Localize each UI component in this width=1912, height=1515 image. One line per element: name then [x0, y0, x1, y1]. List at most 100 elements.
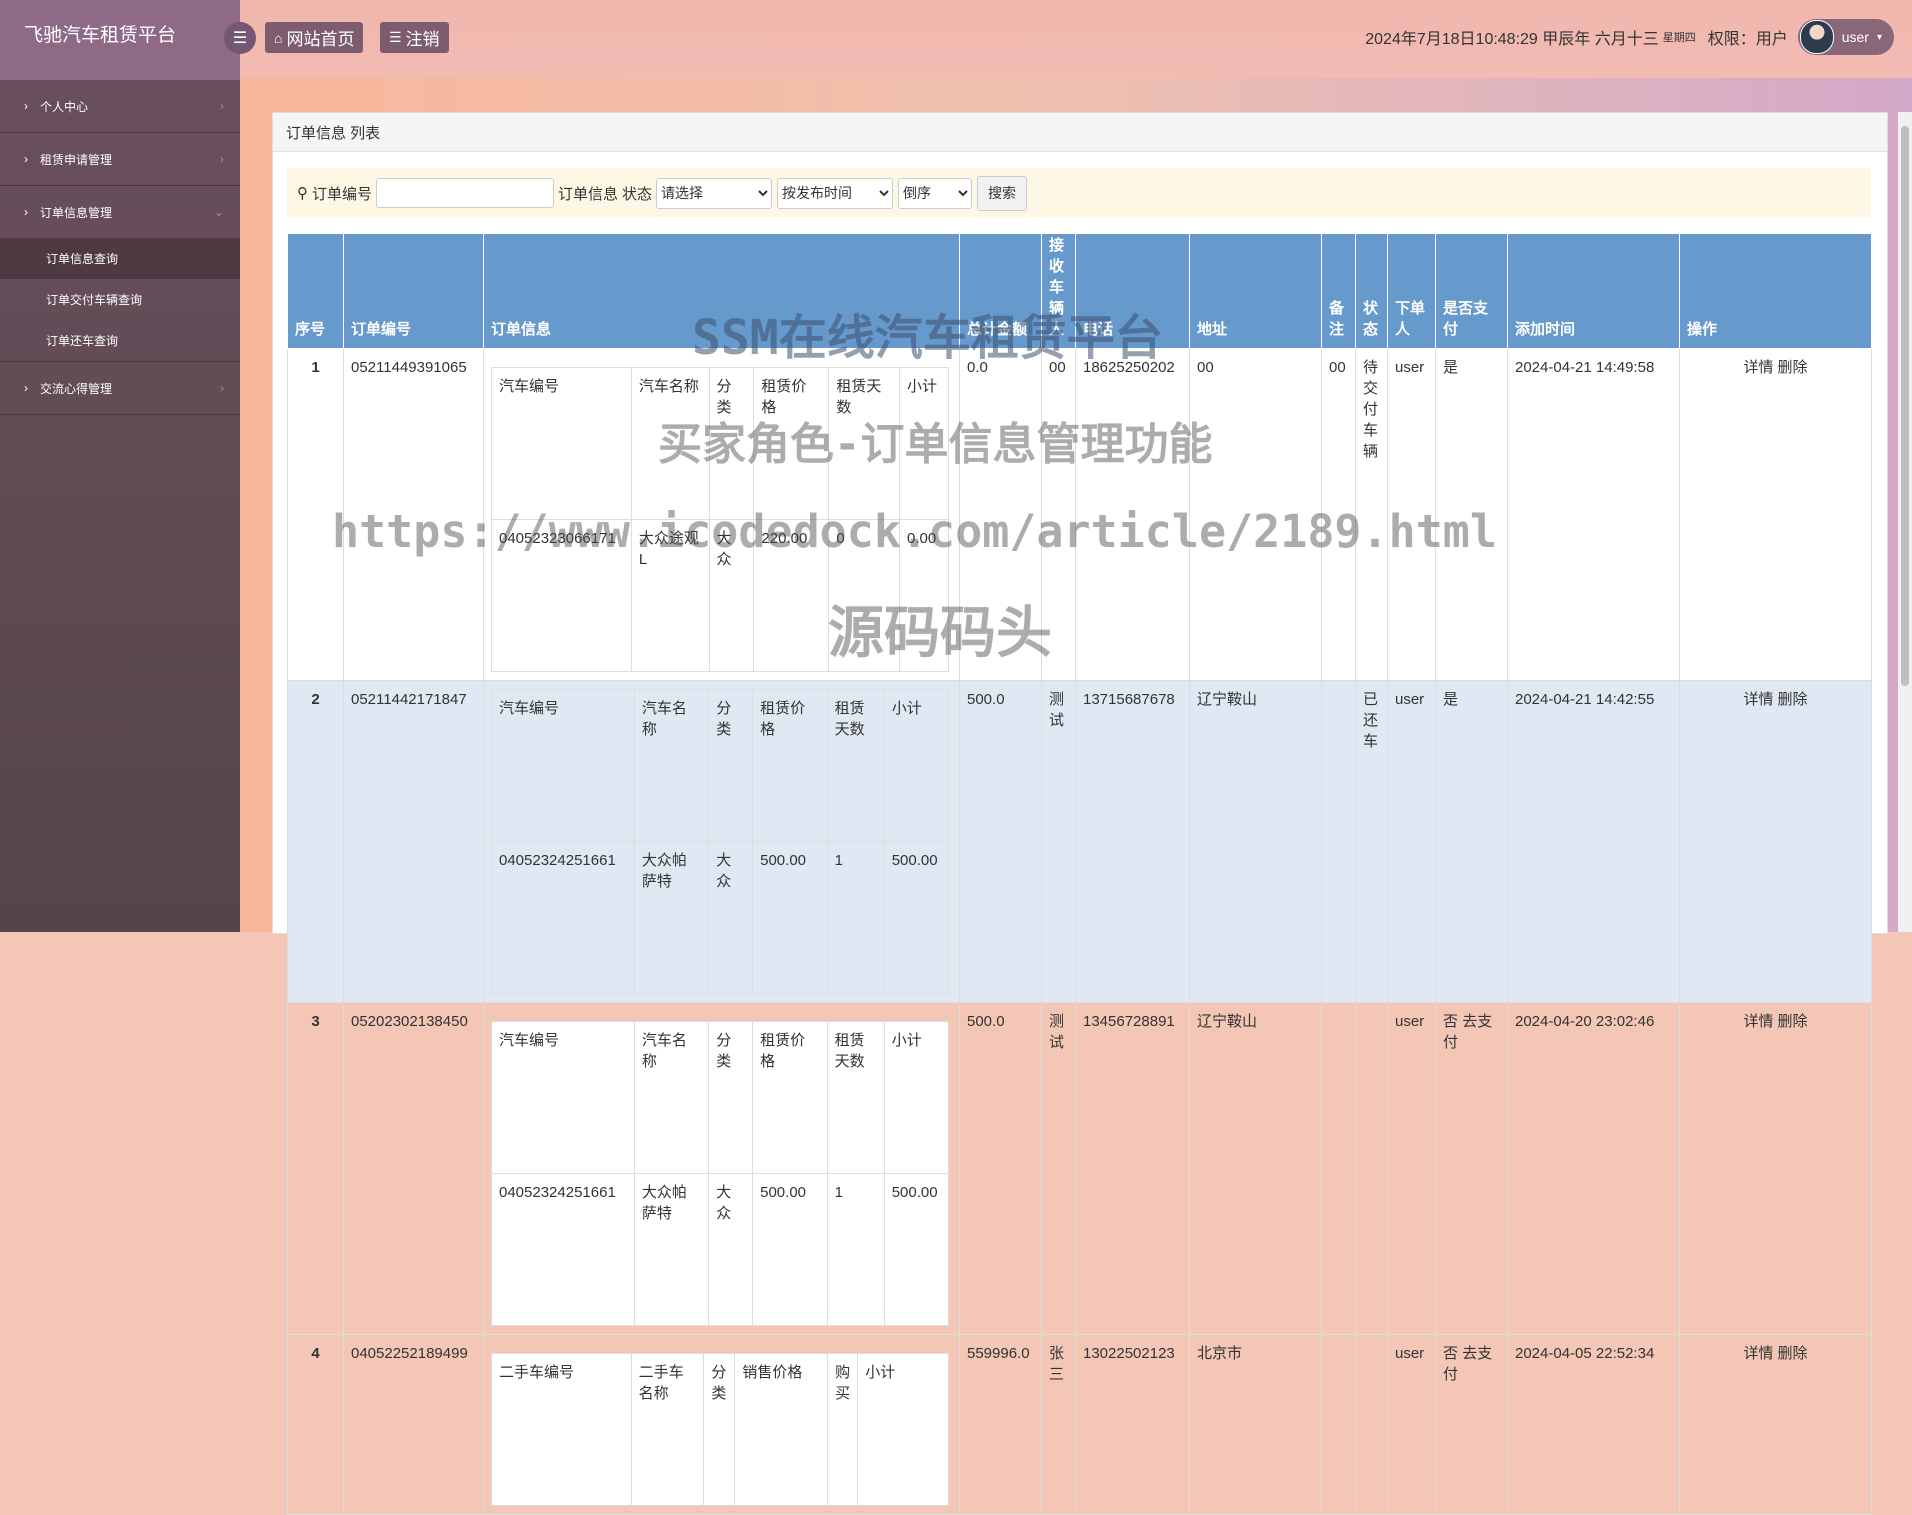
order-no-label: 订单编号	[312, 185, 373, 203]
order-items-table: 汽车编号 汽车名称 分类 租赁价格 租赁天数 小计 04052324251661…	[491, 689, 950, 994]
paid-value: 否	[1443, 1013, 1459, 1030]
inner-cell: 0	[828, 519, 900, 672]
cell-remark	[1321, 1002, 1356, 1335]
col-header[interactable]: 电话	[1075, 233, 1190, 349]
cell-receiver: 测试	[1041, 1002, 1076, 1335]
logout-button[interactable]: ☰ 注销	[380, 22, 449, 53]
delete-link[interactable]: 删除	[1778, 1013, 1808, 1030]
cell-order-no: 04052252189499	[343, 1334, 484, 1515]
cell-status: 待交付车辆	[1355, 348, 1388, 681]
cell-paid: 是	[1435, 680, 1508, 1003]
col-header[interactable]: 订单编号	[343, 233, 484, 349]
col-header[interactable]: 地址	[1189, 233, 1322, 349]
inner-header: 分类	[708, 367, 755, 520]
col-header[interactable]: 序号	[287, 233, 344, 349]
table-row: 1 05211449391065 汽车编号 汽车名称 分类 租赁价格 租赁天数	[287, 348, 1872, 681]
cell-time: 2024-04-21 14:49:58	[1507, 348, 1680, 681]
scrollbar-thumb[interactable]	[1901, 126, 1909, 686]
cell-address: 辽宁鞍山	[1189, 680, 1322, 1003]
inner-header: 租赁天数	[826, 1021, 885, 1174]
home-button[interactable]: ⌂ 网站首页	[265, 22, 364, 53]
sidebar-subitem-order-query[interactable]: 订单信息查询	[0, 238, 240, 279]
sidebar-item-personal-center[interactable]: › 个人中心 ›	[0, 80, 240, 132]
sidebar-item-label: 租赁申请管理	[40, 152, 113, 167]
panel-title: 订单信息 列表	[273, 113, 1887, 152]
sidebar-group-exchange: › 交流心得管理 ›	[0, 362, 240, 415]
delete-link[interactable]: 删除	[1778, 1345, 1808, 1362]
inner-cell: 大众帕萨特	[633, 1173, 710, 1326]
cell-total: 0.0	[959, 348, 1042, 681]
cell-time: 2024-04-20 23:02:46	[1507, 1002, 1680, 1335]
inner-header: 分类	[703, 1353, 736, 1506]
search-button[interactable]: 搜索	[977, 175, 1028, 211]
inner-header: 汽车编号	[491, 689, 635, 842]
detail-link[interactable]: 详情	[1743, 1013, 1773, 1030]
delete-link[interactable]: 删除	[1778, 359, 1808, 376]
sidebar-subitem-delivery-query[interactable]: 订单交付车辆查询	[0, 279, 240, 320]
chevron-right-icon: ›	[220, 99, 224, 113]
cell-no: 4	[287, 1334, 344, 1515]
inner-header: 小计	[857, 1353, 949, 1506]
order-items-table: 汽车编号 汽车名称 分类 租赁价格 租赁天数 小计 04052324251661…	[491, 1021, 950, 1326]
cell-user: user	[1387, 680, 1436, 1003]
cell-receiver: 张三	[1041, 1334, 1076, 1515]
inner-header: 小计	[883, 1021, 950, 1174]
col-header[interactable]: 下单人	[1387, 233, 1436, 349]
inner-header: 汽车名称	[633, 689, 710, 842]
delete-link[interactable]: 删除	[1778, 691, 1808, 708]
col-header[interactable]: 是否支付	[1435, 233, 1508, 349]
col-header[interactable]: 订单信息	[483, 233, 960, 349]
col-header[interactable]: 操作	[1679, 233, 1872, 349]
inner-cell: 大众	[708, 841, 754, 994]
col-header[interactable]: 状态	[1355, 233, 1388, 349]
order-no-input[interactable]	[376, 178, 555, 208]
bars-icon: ☰	[389, 29, 402, 45]
inner-cell: 0.00	[898, 519, 950, 672]
cell-user: user	[1387, 1002, 1436, 1335]
sidebar-item-order-management[interactable]: › 订单信息管理 ⌄	[0, 186, 240, 238]
sidebar-group-profile: › 个人中心 ›	[0, 80, 240, 133]
sidebar-item-exchange[interactable]: › 交流心得管理 ›	[0, 362, 240, 414]
detail-link[interactable]: 详情	[1743, 691, 1773, 708]
order-table-wrapper: 序号 订单编号 订单信息 总计金额 接收车辆人 电话 地址 备注 状态 下单人 …	[287, 233, 1872, 1515]
inner-header: 租赁天数	[826, 689, 885, 842]
col-header[interactable]: 添加时间	[1507, 233, 1680, 349]
order-items-table: 汽车编号 汽车名称 分类 租赁价格 租赁天数 小计 04052323066171…	[491, 367, 950, 672]
sidebar-subitem-return-query[interactable]: 订单还车查询	[0, 320, 240, 361]
detail-link[interactable]: 详情	[1743, 1345, 1773, 1362]
inner-header-row: 汽车编号 汽车名称 分类 租赁价格 租赁天数 小计	[491, 1021, 950, 1174]
cell-total: 500.0	[959, 680, 1042, 1003]
col-header[interactable]: 备注	[1321, 233, 1356, 349]
search-bar: ⚲ 订单编号 订单信息 状态 请选择 按发布时间 倒序 搜索	[287, 168, 1871, 218]
inner-header: 小计	[883, 689, 950, 842]
cell-receiver: 00	[1041, 348, 1076, 681]
menu-toggle-button[interactable]: ☰	[224, 22, 256, 54]
sidebar-item-rental-application[interactable]: › 租赁申请管理 ›	[0, 133, 240, 185]
inner-header: 二手车编号	[491, 1353, 632, 1506]
inner-cell: 1	[826, 1173, 885, 1326]
sidebar-item-label: 订单信息管理	[40, 205, 113, 220]
table-row: 2 05211442171847 汽车编号 汽车名称 分类 租赁价格 租赁天数	[287, 680, 1872, 1003]
inner-header-row: 汽车编号 汽车名称 分类 租赁价格 租赁天数 小计	[491, 367, 950, 520]
sort-select[interactable]: 按发布时间	[777, 177, 894, 209]
sidebar-group-orders: › 订单信息管理 ⌄ 订单信息查询 订单交付车辆查询 订单还车查询	[0, 186, 240, 362]
inner-cell: 大众	[708, 519, 755, 672]
table-header-row: 序号 订单编号 订单信息 总计金额 接收车辆人 电话 地址 备注 状态 下单人 …	[287, 233, 1872, 349]
inner-header: 分类	[708, 1021, 754, 1174]
order-select[interactable]: 倒序	[898, 177, 973, 209]
inner-cell: 04052324251661	[491, 841, 635, 994]
user-menu[interactable]: user ▾	[1797, 19, 1894, 55]
inner-cell: 220.00	[753, 519, 830, 672]
cell-total: 559996.0	[959, 1334, 1042, 1515]
username: user	[1841, 29, 1869, 45]
chevron-right-icon: ›	[24, 381, 28, 395]
status-select[interactable]: 请选择	[656, 177, 773, 209]
role-label: 权限：用户	[1707, 31, 1788, 48]
cell-remark: 00	[1321, 348, 1356, 681]
col-header[interactable]: 接收车辆人	[1041, 233, 1076, 349]
col-header[interactable]: 总计金额	[959, 233, 1042, 349]
chevron-right-icon: ›	[24, 99, 28, 113]
inner-cell: 04052324251661	[491, 1173, 635, 1326]
vertical-scrollbar[interactable]	[1898, 112, 1912, 932]
detail-link[interactable]: 详情	[1743, 359, 1773, 376]
